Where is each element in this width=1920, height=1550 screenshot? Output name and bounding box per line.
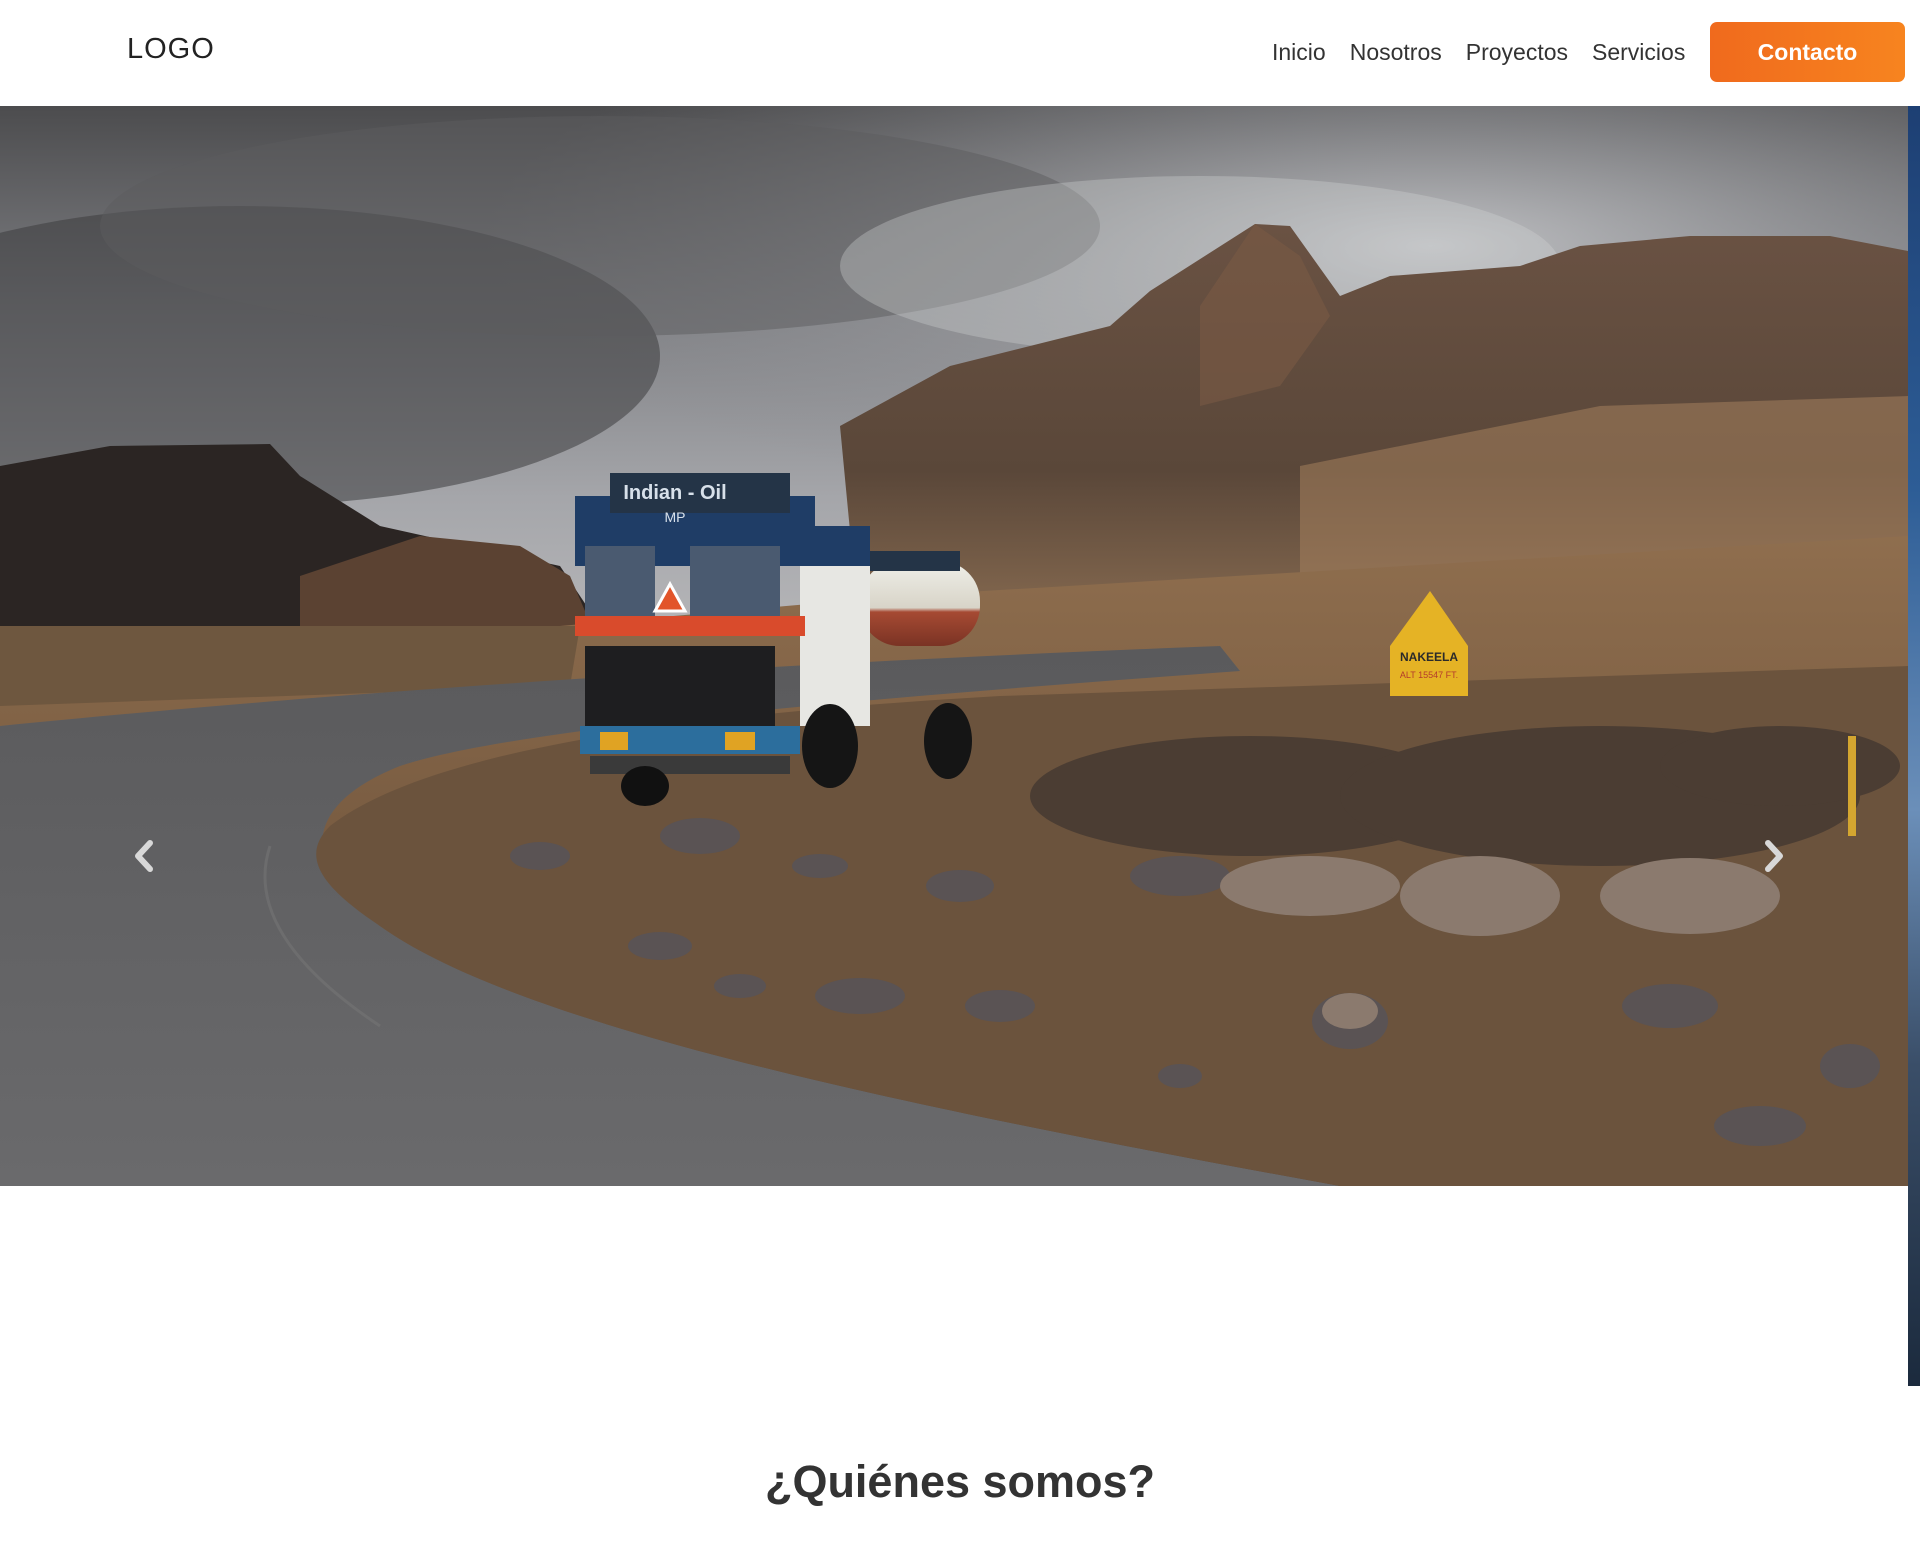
contact-button[interactable]: Contacto [1710, 22, 1905, 82]
nav-link-nosotros[interactable]: Nosotros [1338, 22, 1454, 82]
nav-link-servicios[interactable]: Servicios [1580, 22, 1697, 82]
carousel-prev-button[interactable] [114, 826, 174, 886]
sign-name: NAKEELA [1400, 650, 1458, 664]
sign-alt: ALT 15547 FT. [1400, 670, 1458, 680]
logo[interactable]: LOGO [127, 33, 215, 66]
hero-image: NAKEELA ALT 15547 FT. Indian - Oil MP [0, 106, 1908, 1186]
chevron-right-icon [1765, 840, 1783, 872]
nav-link-inicio[interactable]: Inicio [1260, 22, 1338, 82]
hero-carousel: NAKEELA ALT 15547 FT. Indian - Oil MP [0, 106, 1920, 1386]
carousel-next-button[interactable] [1744, 826, 1804, 886]
chevron-left-icon [135, 840, 153, 872]
carousel-slide: NAKEELA ALT 15547 FT. Indian - Oil MP [0, 106, 1908, 1186]
nav-links: Inicio Nosotros Proyectos Servicios [1260, 22, 1697, 82]
navbar: LOGO Inicio Nosotros Proyectos Servicios… [0, 0, 1920, 106]
page: LOGO Inicio Nosotros Proyectos Servicios… [0, 0, 1920, 1550]
truck-plate: MP [665, 509, 686, 525]
about-title: ¿Quiénes somos? [764, 1456, 1156, 1507]
next-slide-peek [1908, 106, 1920, 1386]
truck-text: Indian - Oil [623, 482, 726, 504]
nav-link-proyectos[interactable]: Proyectos [1454, 22, 1580, 82]
